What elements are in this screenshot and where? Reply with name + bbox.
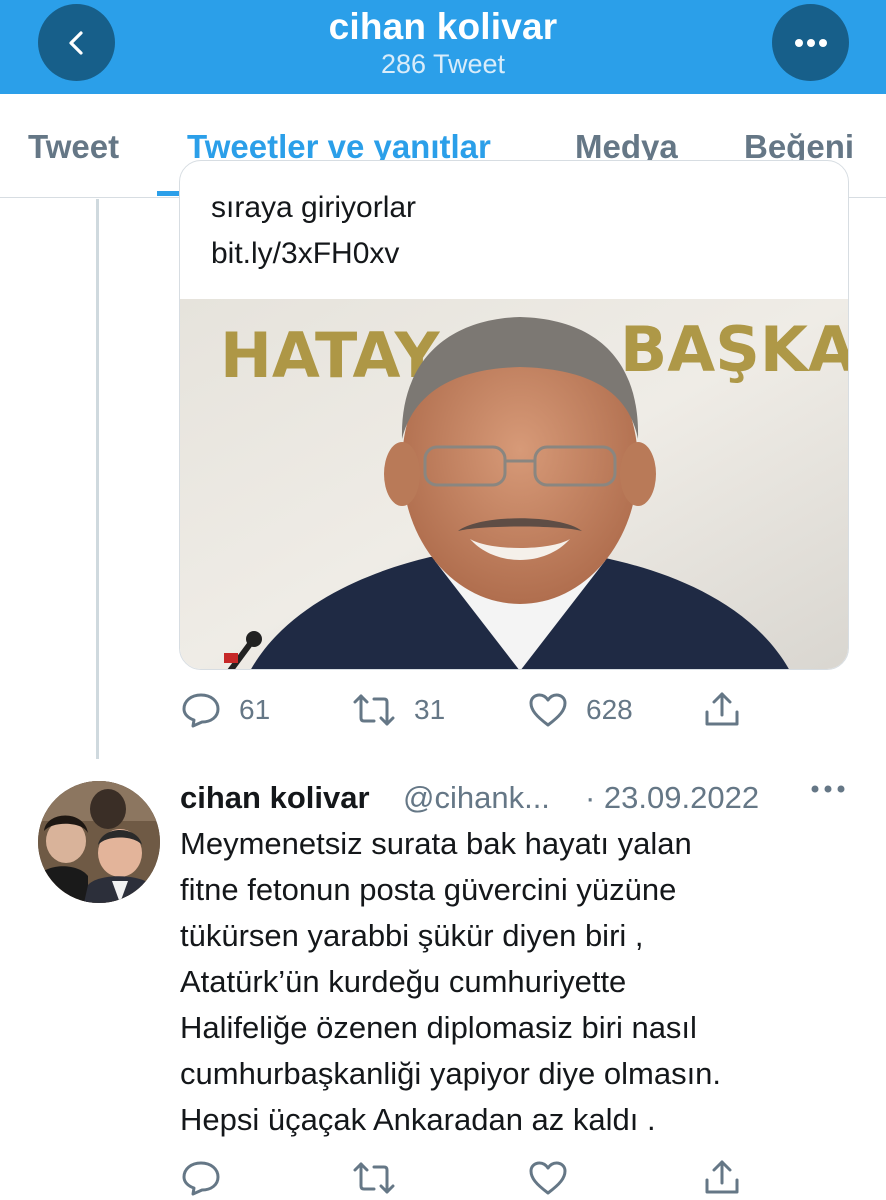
profile-header: cihan kolivar 286 Tweet bbox=[0, 0, 886, 94]
sign-text-right: BAŞKA bbox=[620, 313, 849, 386]
sign-text-left: HATAY bbox=[220, 319, 441, 392]
reply-count: 61 bbox=[239, 694, 271, 725]
heart-icon bbox=[529, 1161, 567, 1195]
retweet-action[interactable] bbox=[352, 1160, 396, 1196]
tweet-more-button[interactable] bbox=[809, 782, 847, 800]
tweet-date[interactable]: · 23.09.2022 bbox=[585, 780, 759, 816]
thread-connector bbox=[96, 199, 99, 759]
ellipsis-icon bbox=[794, 38, 827, 47]
like-action[interactable]: 628 bbox=[528, 692, 633, 728]
tweet-text-line: Atatürk’ün kurdeğu cumhuriyette bbox=[180, 964, 627, 999]
share-icon bbox=[705, 1160, 739, 1194]
share-action[interactable] bbox=[703, 1158, 741, 1196]
heart-icon bbox=[529, 693, 567, 727]
profile-name: cihan kolivar bbox=[328, 6, 558, 47]
more-button[interactable] bbox=[772, 4, 849, 81]
author-name[interactable]: cihan kolivar bbox=[180, 780, 370, 816]
card-link[interactable]: bit.ly/3xFH0xv bbox=[211, 237, 399, 271]
retweet-icon bbox=[353, 1162, 395, 1194]
tweet-text-line: fitne fetonun posta güvercini yüzüne bbox=[180, 872, 677, 907]
tweet-text-line: tükürsen yarabbi şükür diyen biri , bbox=[180, 918, 644, 953]
avatar-photo bbox=[38, 781, 160, 903]
reply-icon bbox=[182, 693, 220, 728]
tweet-count: 286 Tweet bbox=[380, 49, 506, 79]
card-image: HATAY BAŞKA bbox=[180, 299, 849, 669]
tweet-text-line: Hepsi üçaçak Ankaradan az kaldı . bbox=[180, 1102, 656, 1137]
tweet-text-line: Halifeliğe özenen diplomasiz biri nasıl bbox=[180, 1010, 697, 1045]
retweet-count: 31 bbox=[414, 694, 446, 725]
ellipsis-icon bbox=[811, 785, 845, 793]
share-icon bbox=[705, 692, 739, 726]
author-handle[interactable]: @cihank... bbox=[403, 780, 550, 816]
retweet-icon bbox=[353, 694, 395, 726]
tweet-text-line: Meymenetsiz surata bak hayatı yalan bbox=[180, 826, 692, 861]
tweet-text-line: cumhurbaşkanliği yapiyor diye olmasın. bbox=[180, 1056, 722, 1091]
reply-action[interactable]: 61 bbox=[181, 692, 270, 728]
retweet-action[interactable]: 31 bbox=[352, 692, 445, 728]
avatar[interactable] bbox=[38, 781, 160, 903]
card-title: sıraya giriyorlar bbox=[211, 191, 417, 224]
like-count: 628 bbox=[586, 694, 633, 725]
link-card[interactable]: sıraya giriyorlar bit.ly/3xFH0xv HATAY B… bbox=[179, 160, 849, 670]
like-action[interactable] bbox=[528, 1160, 568, 1196]
share-action[interactable] bbox=[703, 690, 741, 728]
reply-icon bbox=[182, 1161, 220, 1196]
tab-tweets[interactable]: Tweet bbox=[28, 128, 119, 166]
reply-action[interactable] bbox=[181, 1160, 221, 1196]
